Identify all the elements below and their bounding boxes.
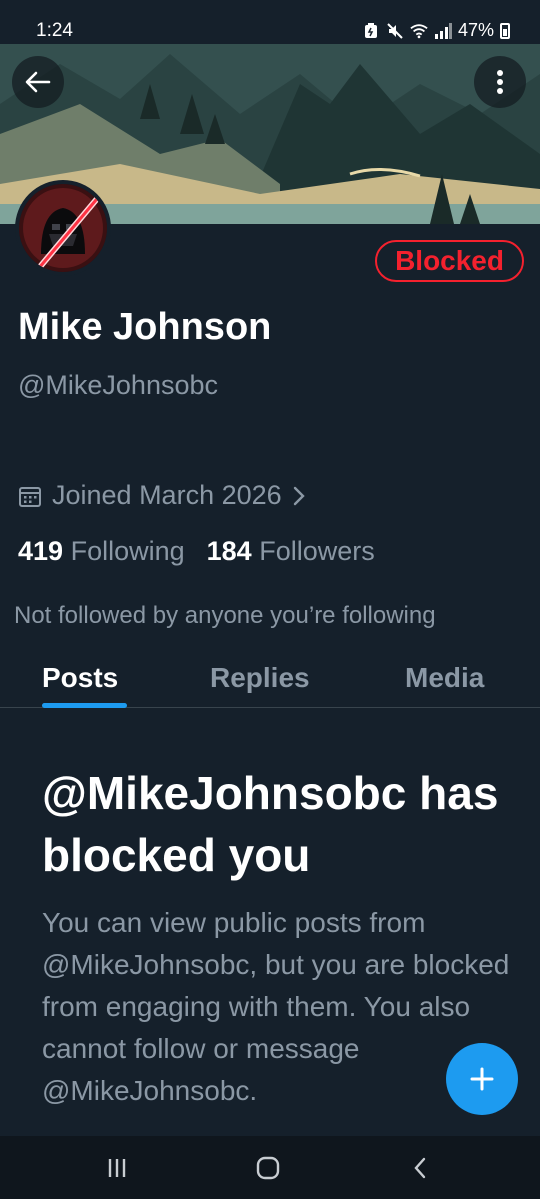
following-label: Following — [70, 536, 185, 566]
avatar[interactable] — [15, 180, 111, 276]
calendar-icon — [19, 486, 41, 507]
plus-icon — [470, 1067, 494, 1091]
back-nav-button[interactable] — [400, 1152, 440, 1184]
following-link[interactable]: 419 Following — [18, 536, 185, 567]
signal-icon — [434, 22, 452, 40]
status-icons: 47% — [362, 20, 510, 41]
follow-stats: 419 Following 184 Followers — [18, 536, 375, 567]
status-time: 1:24 — [36, 20, 73, 41]
chevron-right-icon — [293, 486, 305, 505]
joined-date[interactable]: Joined March 2026 — [18, 480, 306, 511]
tab-media[interactable]: Media — [405, 662, 484, 694]
tab-replies[interactable]: Replies — [210, 662, 310, 694]
profile-name: Mike Johnson — [18, 306, 272, 348]
not-followed-text: Not followed by anyone you’re following — [14, 602, 436, 629]
system-nav-bar — [0, 1136, 540, 1199]
profile-screen: 1:24 47% Blocked Mike Johnson @MikeJohns… — [0, 0, 540, 1199]
more-options-button[interactable] — [474, 56, 526, 108]
recent-apps-icon — [108, 1159, 126, 1177]
battery-icon — [500, 22, 510, 39]
profile-tabs: Posts Replies Media — [0, 650, 540, 708]
followers-link[interactable]: 184 Followers — [207, 536, 375, 567]
recent-apps-button[interactable] — [97, 1152, 137, 1184]
following-count: 419 — [18, 536, 64, 566]
arrow-left-icon — [25, 71, 51, 93]
wifi-icon — [410, 22, 428, 40]
blocked-notice-title: @MikeJohnsobc has blocked you — [42, 767, 499, 881]
followers-label: Followers — [259, 536, 375, 566]
more-vertical-icon — [497, 70, 503, 94]
active-tab-indicator — [42, 703, 127, 708]
mute-icon — [386, 22, 404, 40]
profile-handle: @MikeJohnsobc — [18, 370, 218, 400]
tab-posts[interactable]: Posts — [42, 662, 118, 694]
blocked-button[interactable]: Blocked — [375, 240, 524, 282]
home-button[interactable] — [248, 1152, 288, 1184]
status-bar: 1:24 47% — [0, 0, 540, 44]
blocked-notice-description: You can view public posts from @MikeJohn… — [42, 907, 510, 1106]
battery-percent: 47% — [457, 20, 494, 40]
battery-saver-icon — [362, 22, 380, 40]
back-button[interactable] — [12, 56, 64, 108]
avatar-image — [19, 184, 107, 272]
home-icon — [256, 1156, 280, 1180]
joined-label: Joined March 2026 — [52, 480, 282, 510]
chevron-left-icon — [414, 1157, 426, 1179]
followers-count: 184 — [206, 536, 252, 566]
compose-button[interactable] — [446, 1043, 518, 1115]
